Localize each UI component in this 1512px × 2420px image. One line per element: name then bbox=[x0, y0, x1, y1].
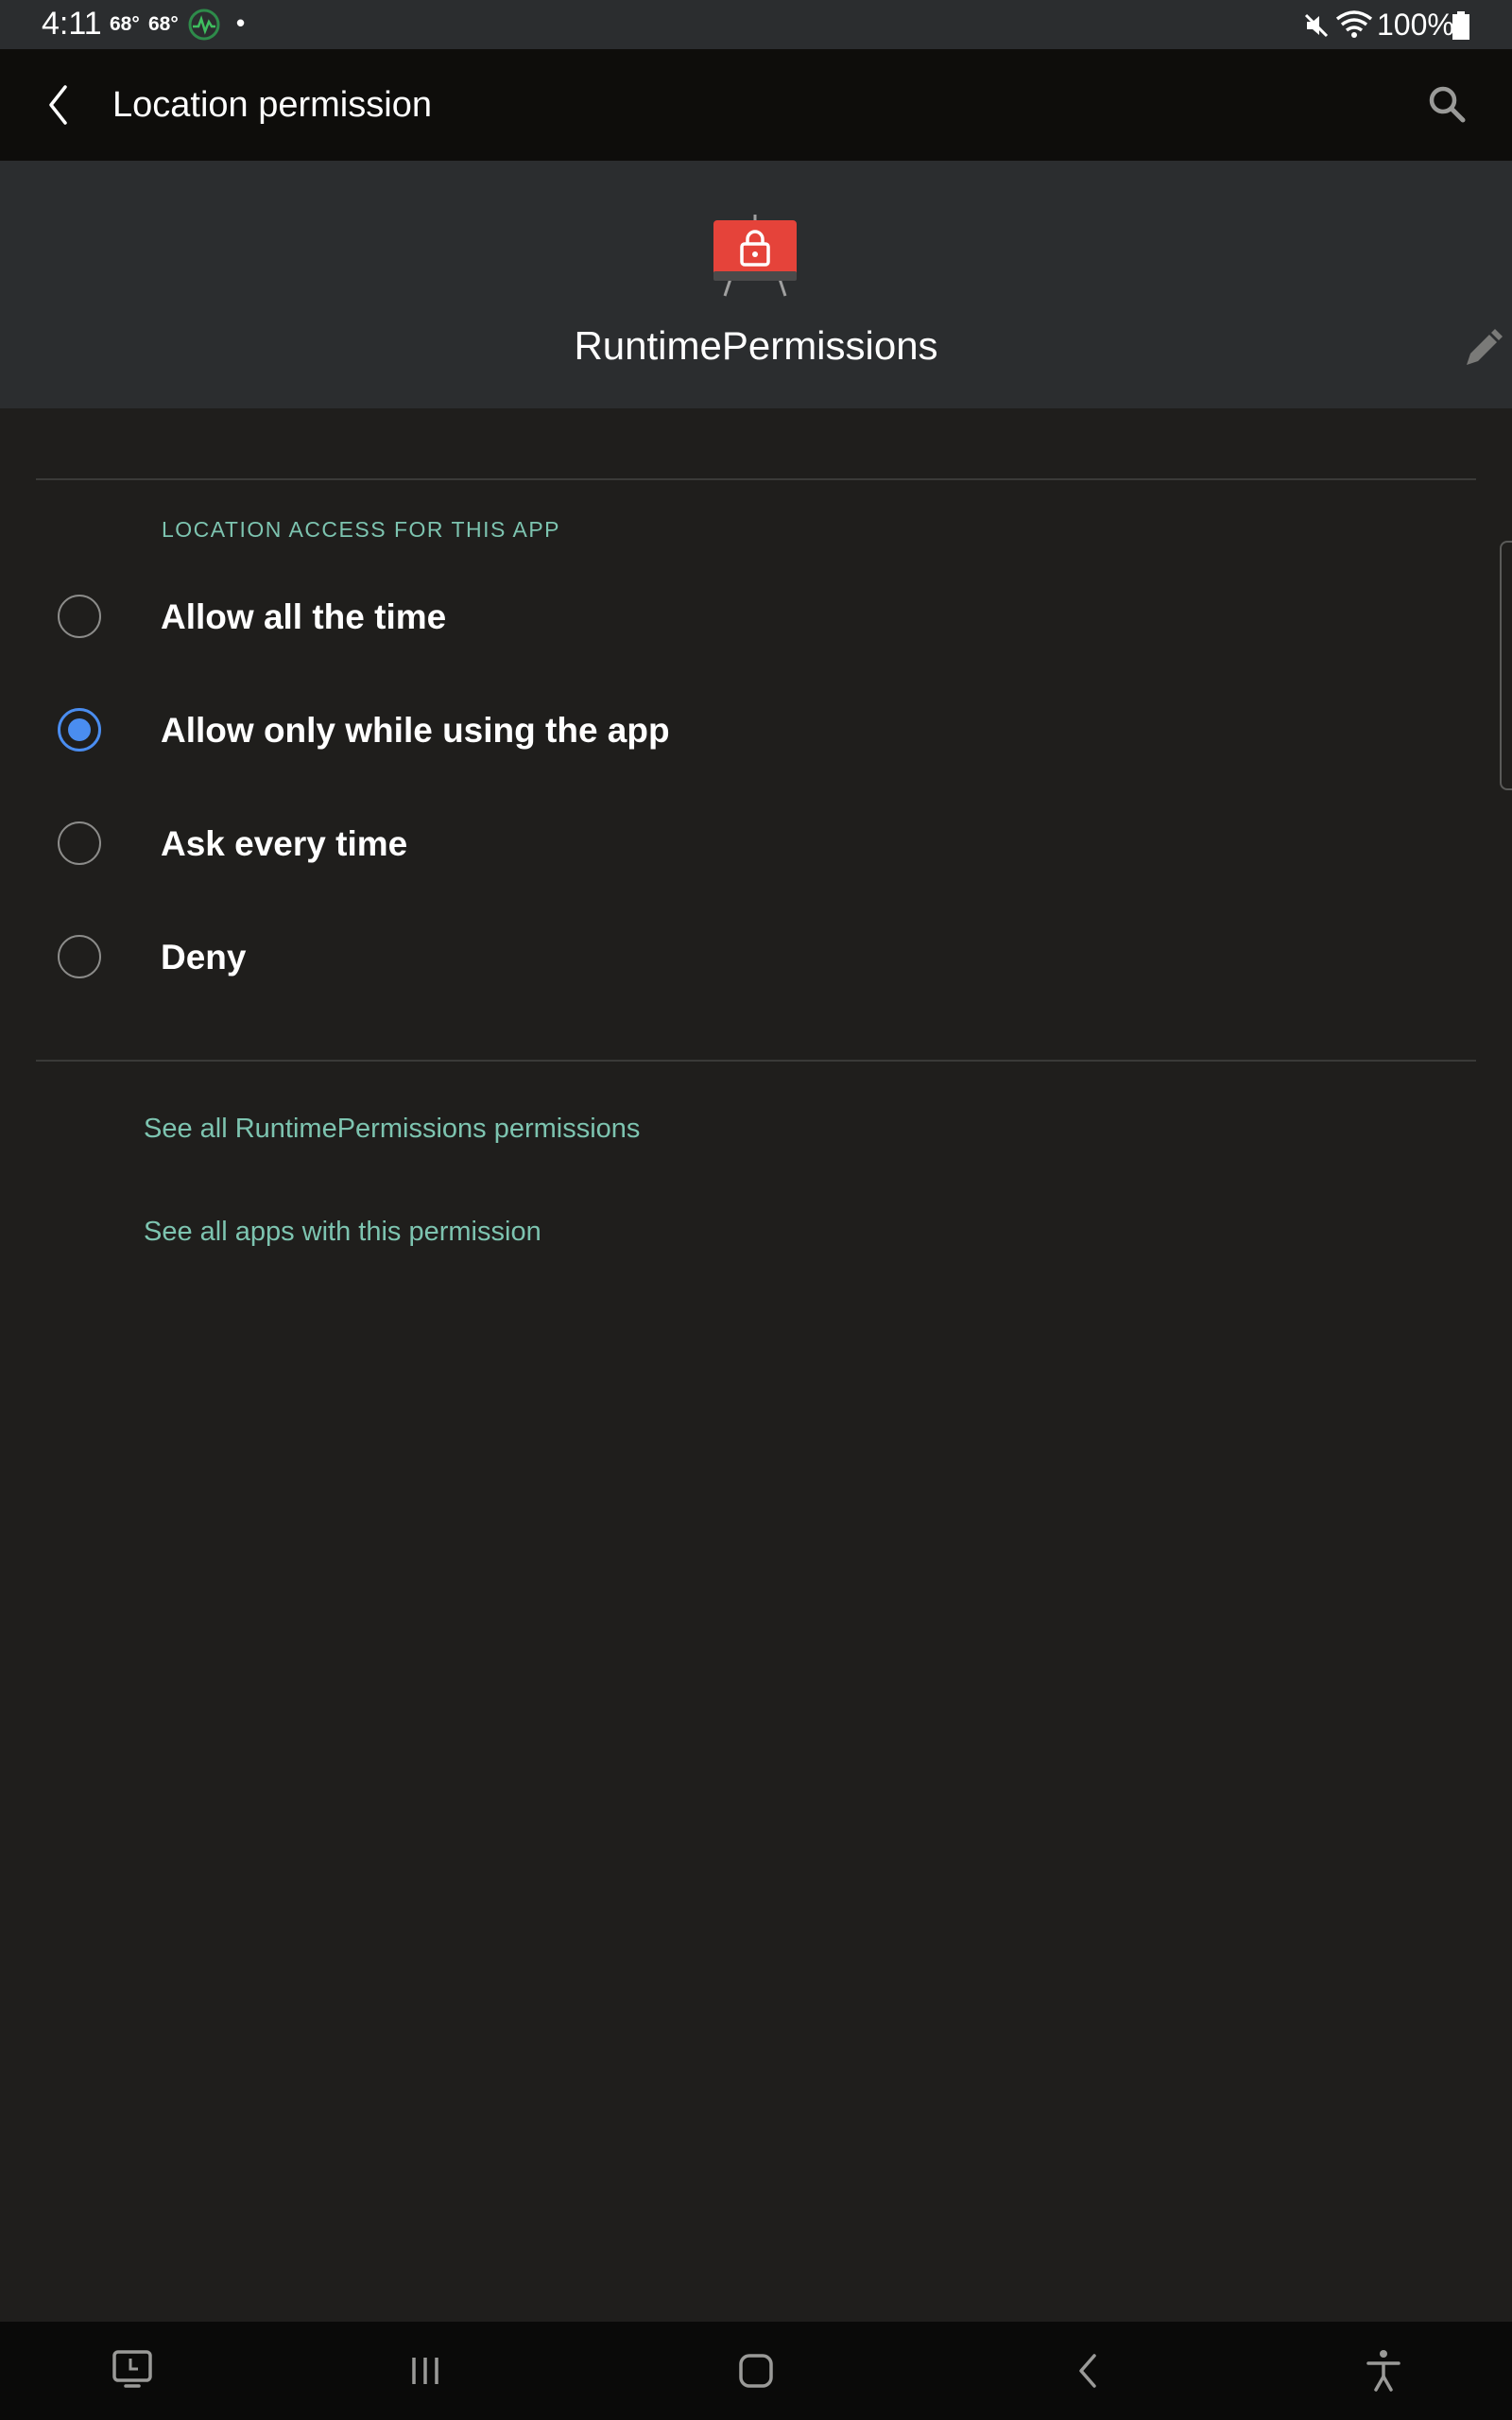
radio-button[interactable] bbox=[58, 821, 101, 865]
app-name: RuntimePermissions bbox=[574, 323, 938, 368]
navigation-bar bbox=[0, 2322, 1512, 2420]
back-icon bbox=[1079, 2354, 1096, 2388]
app-bar: Location permission bbox=[0, 49, 1512, 161]
app-icon bbox=[712, 213, 799, 300]
option-label: Deny bbox=[161, 938, 247, 977]
page-title: Location permission bbox=[112, 85, 432, 125]
divider bbox=[36, 478, 1476, 480]
radio-button[interactable] bbox=[58, 935, 101, 978]
mute-icon bbox=[1302, 11, 1331, 44]
option-label: Ask every time bbox=[161, 824, 408, 863]
option-allow-while-using[interactable]: Allow only while using the app bbox=[0, 679, 1474, 783]
app-header: RuntimePermissions bbox=[0, 161, 1512, 408]
option-label: Allow only while using the app bbox=[161, 711, 670, 750]
option-label: Allow all the time bbox=[161, 597, 447, 636]
status-temperature-secondary: 68° bbox=[148, 13, 179, 35]
see-all-app-permissions-link[interactable]: See all RuntimePermissions permissions bbox=[144, 1114, 640, 1145]
wifi-icon bbox=[1335, 9, 1373, 44]
option-ask-every-time[interactable]: Ask every time bbox=[0, 792, 1474, 896]
option-allow-all-the-time[interactable]: Allow all the time bbox=[0, 565, 1474, 669]
home-icon bbox=[739, 2354, 773, 2388]
pencil-icon bbox=[1467, 329, 1503, 365]
search-button[interactable] bbox=[1414, 72, 1480, 138]
divider bbox=[36, 1060, 1476, 1062]
see-all-apps-with-permission-link[interactable]: See all apps with this permission bbox=[144, 1217, 541, 1248]
search-icon bbox=[1429, 86, 1466, 123]
home-button[interactable] bbox=[726, 2341, 786, 2401]
radio-button[interactable] bbox=[58, 595, 101, 638]
status-dot: • bbox=[236, 9, 246, 37]
radio-button-selected[interactable] bbox=[58, 708, 101, 752]
screen-button[interactable] bbox=[102, 2341, 163, 2401]
recents-button[interactable] bbox=[395, 2341, 455, 2401]
status-time: 4:11 bbox=[42, 6, 102, 42]
back-arrow-icon bbox=[49, 85, 67, 125]
battery-percentage: 100% bbox=[1377, 8, 1454, 42]
battery-icon bbox=[1452, 11, 1470, 44]
option-deny[interactable]: Deny bbox=[0, 906, 1474, 1010]
screen-icon bbox=[112, 2350, 152, 2388]
back-nav-button[interactable] bbox=[1058, 2341, 1119, 2401]
weather-icon bbox=[187, 9, 221, 45]
accessibility-button[interactable] bbox=[1353, 2341, 1414, 2401]
back-button[interactable] bbox=[28, 72, 94, 138]
edit-button[interactable] bbox=[1455, 321, 1512, 378]
section-header: LOCATION ACCESS FOR THIS APP bbox=[162, 517, 561, 542]
recents-icon bbox=[412, 2358, 438, 2384]
accessibility-icon bbox=[1366, 2350, 1400, 2392]
status-bar: 4:11 68° 68° • 100% bbox=[0, 0, 1512, 49]
status-temperature: 68° bbox=[110, 13, 140, 35]
scroll-indicator[interactable] bbox=[1500, 541, 1512, 790]
